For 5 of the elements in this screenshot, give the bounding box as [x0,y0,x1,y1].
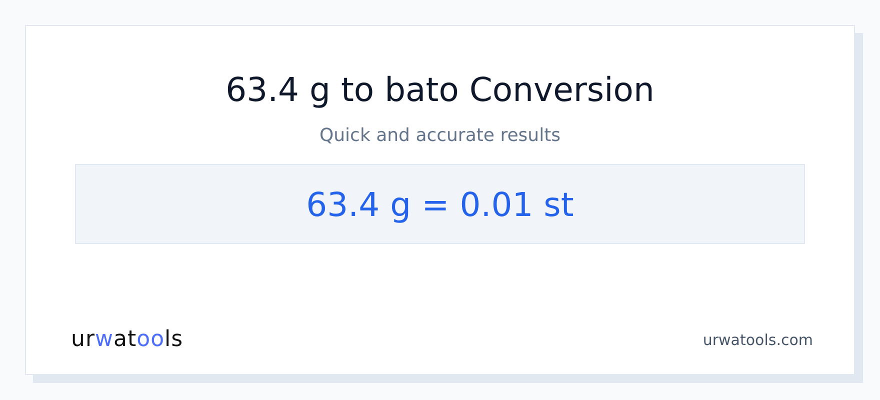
logo: urwatools [71,327,184,352]
page-title: 63.4 g to bato Conversion [226,69,654,111]
result-text: 63.4 g = 0.01 st [306,184,574,224]
site-url: urwatools.com [702,330,813,348]
subtitle: Quick and accurate results [319,124,561,148]
